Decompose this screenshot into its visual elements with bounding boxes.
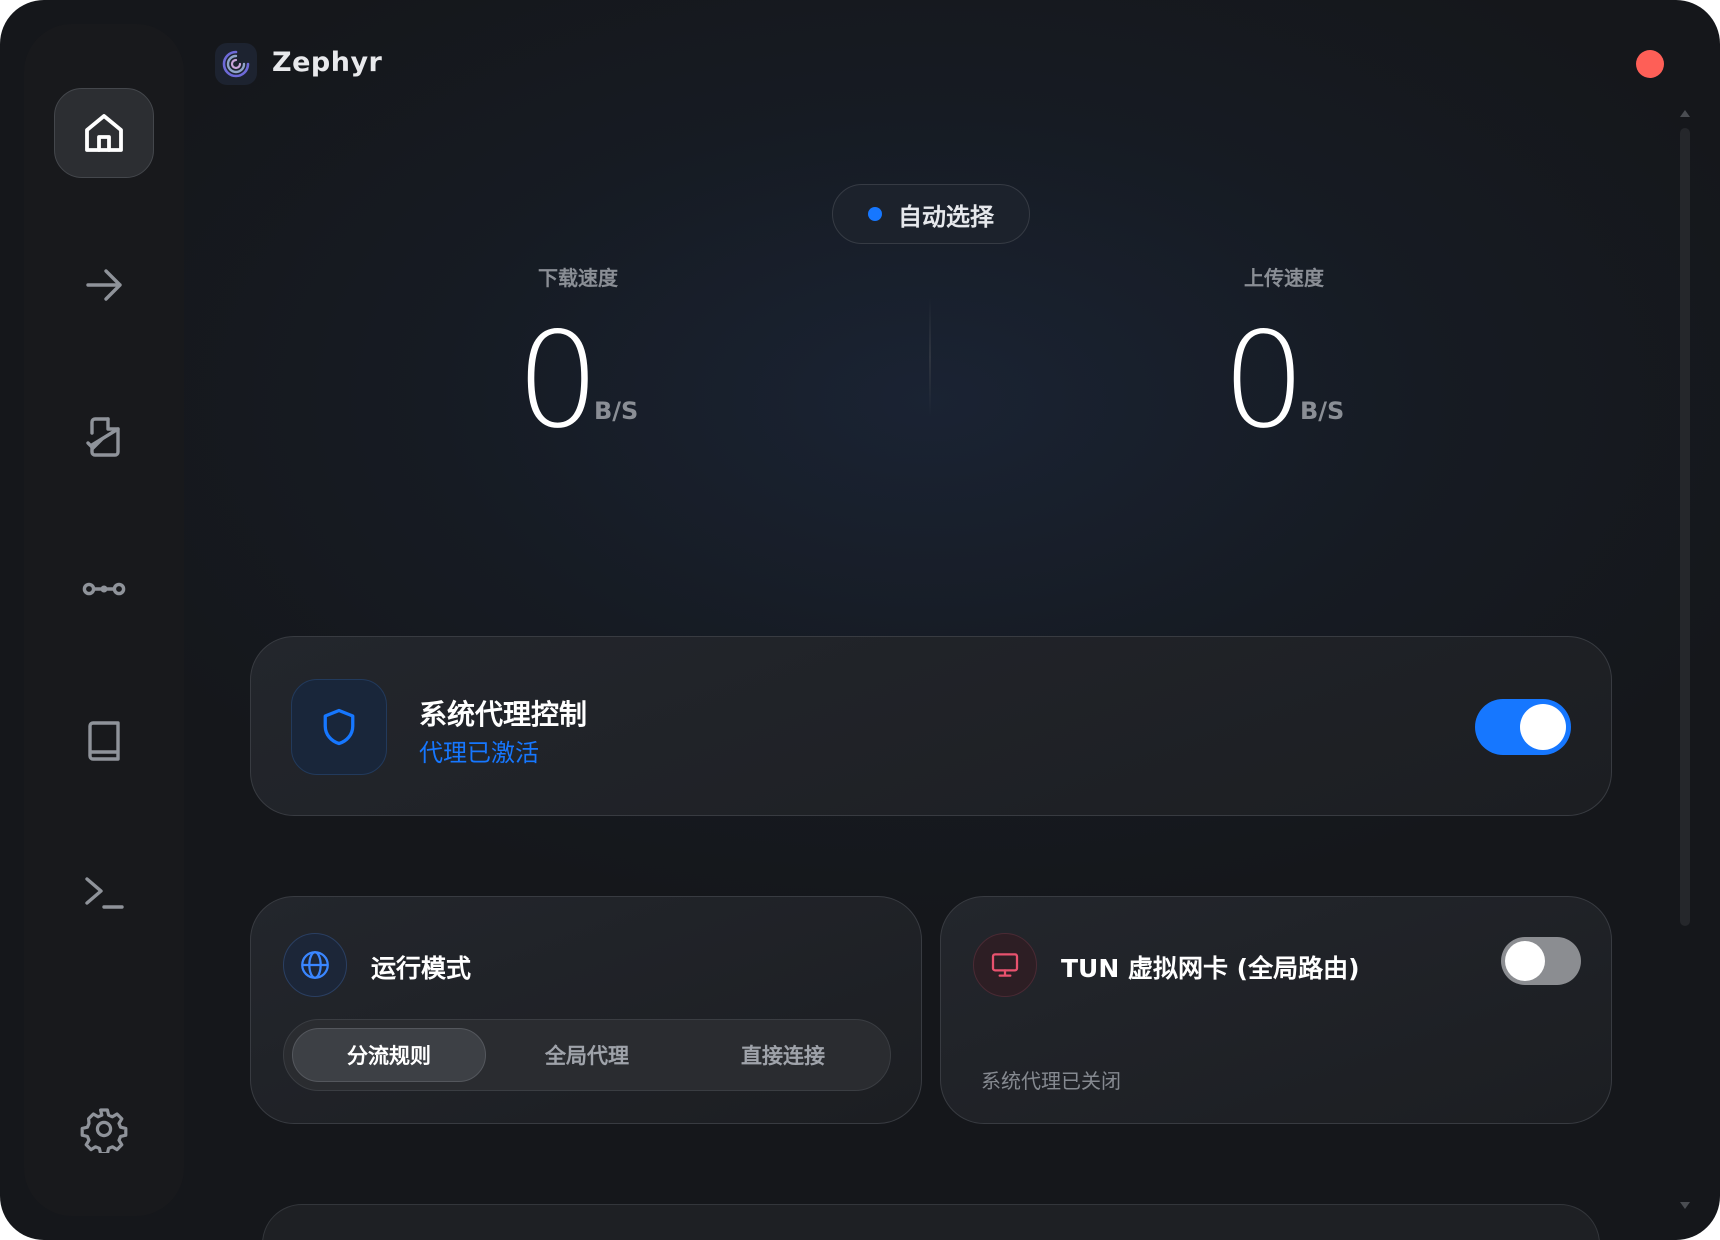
globe-icon [301, 951, 329, 979]
sidebar-item-connections[interactable] [54, 544, 154, 634]
scrollbar[interactable] [1680, 128, 1690, 926]
download-meter: 下载速度 0 B/S [408, 262, 748, 451]
meter-divider [929, 298, 931, 416]
tun-card: TUN 虚拟网卡 (全局路由) 系统代理已关闭 [940, 896, 1612, 1124]
tun-toggle[interactable] [1501, 937, 1581, 985]
mode-option-rules[interactable]: 分流规则 [292, 1028, 486, 1082]
toggle-knob [1505, 941, 1545, 981]
close-button[interactable] [1636, 50, 1664, 78]
run-mode-card: 运行模式 分流规则 全局代理 直接连接 [250, 896, 922, 1124]
run-mode-selector: 分流规则 全局代理 直接连接 [283, 1019, 891, 1091]
scroll-up-arrow[interactable] [1680, 110, 1690, 117]
app-logo [215, 43, 257, 85]
download-label: 下载速度 [538, 266, 618, 290]
download-unit: B/S [594, 397, 639, 425]
shield-badge [291, 679, 387, 775]
app-window: Zephyr 自动选择 下载速度 0 B/S 上传速度 0 B/S 系统代理控制… [0, 0, 1720, 1240]
toggle-knob [1520, 704, 1566, 750]
arrow-right-icon [86, 269, 122, 301]
mode-option-direct[interactable]: 直接连接 [686, 1028, 880, 1082]
tun-title: TUN 虚拟网卡 (全局路由) [1061, 954, 1360, 983]
monitor-badge [973, 933, 1037, 997]
connection-icon [82, 582, 126, 596]
download-value: 0 [516, 304, 600, 458]
upload-meter: 上传速度 0 B/S [1114, 262, 1454, 451]
system-proxy-toggle[interactable] [1475, 699, 1571, 755]
node-status-dot [868, 207, 882, 221]
run-mode-title: 运行模式 [371, 954, 472, 983]
monitor-icon [991, 953, 1019, 977]
file-check-icon [86, 417, 120, 457]
globe-badge [283, 933, 347, 997]
sidebar-item-logs[interactable] [54, 848, 154, 938]
proxy-status-text: 代理已激活 [419, 739, 539, 767]
sidebar-item-home[interactable] [54, 88, 154, 178]
sidebar-item-profiles[interactable] [54, 392, 154, 482]
app-title: Zephyr [272, 47, 383, 78]
system-proxy-card: 系统代理控制 代理已激活 [250, 636, 1612, 816]
upload-value: 0 [1222, 304, 1306, 458]
shield-icon [323, 708, 355, 746]
terminal-icon [85, 877, 124, 909]
proxy-control-title: 系统代理控制 [419, 698, 588, 731]
upload-label: 上传速度 [1244, 266, 1324, 290]
home-icon [85, 114, 123, 152]
mode-option-global[interactable]: 全局代理 [490, 1028, 684, 1082]
scroll-down-arrow[interactable] [1680, 1202, 1690, 1209]
sidebar-item-proxies[interactable] [54, 240, 154, 330]
sidebar-item-settings[interactable] [54, 1084, 154, 1174]
next-card-peek [262, 1204, 1600, 1240]
book-icon [88, 721, 120, 761]
swirl-logo-icon [222, 50, 250, 78]
upload-unit: B/S [1300, 397, 1345, 425]
node-label: 自动选择 [898, 202, 994, 231]
gear-icon [80, 1108, 128, 1153]
sidebar [24, 24, 184, 1216]
sidebar-item-rules[interactable] [54, 696, 154, 786]
tun-status-text: 系统代理已关闭 [981, 1069, 1121, 1093]
node-selector[interactable]: 自动选择 [832, 184, 1030, 244]
